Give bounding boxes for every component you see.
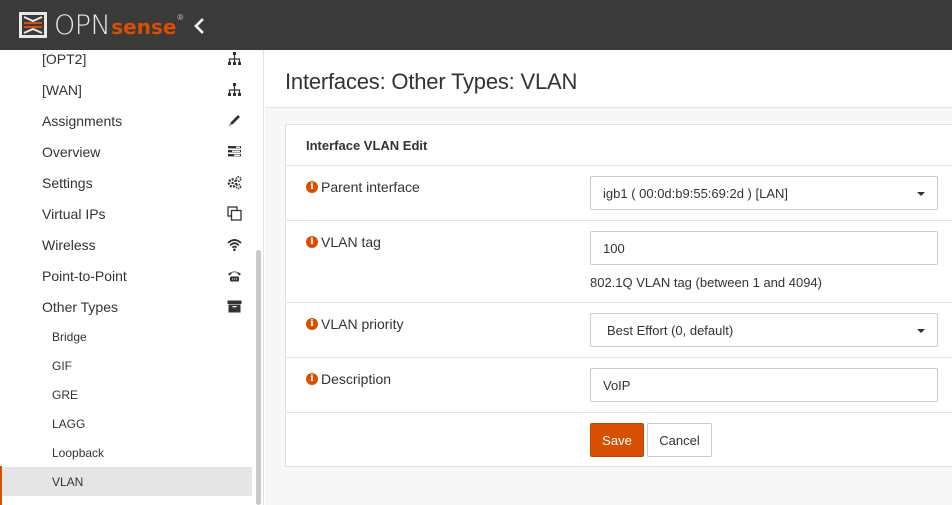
- description-label: i Description: [306, 371, 391, 387]
- cancel-button[interactable]: Cancel: [647, 423, 712, 457]
- sidebar-item-wan[interactable]: [WAN]: [0, 74, 252, 105]
- sidebar-subitem-label: LAGG: [52, 416, 86, 431]
- sidebar-item-virtual-ips[interactable]: Virtual IPs: [0, 198, 252, 229]
- info-icon[interactable]: i: [306, 318, 318, 330]
- sidebar-subitem-label: Loopback: [52, 445, 105, 460]
- sidebar-subitem-gif[interactable]: GIF: [0, 351, 252, 380]
- sitemap-icon: [228, 52, 241, 65]
- sitemap-icon: [228, 83, 241, 96]
- sidebar-subitem-vlan[interactable]: VLAN: [0, 467, 252, 496]
- sidebar-item-label: Settings: [42, 174, 93, 191]
- sidebar-item-label: Wireless: [42, 236, 96, 253]
- page-header: Interfaces: Other Types: VLAN: [265, 50, 952, 108]
- vlan-tag-label-text: VLAN tag: [321, 234, 381, 250]
- parent-interface-value: igb1 ( 00:0d:b9:55:69:2d ) [LAN]: [603, 185, 789, 201]
- logo-opn-text: OPN: [54, 9, 111, 41]
- top-bar: OPN sense ®: [0, 0, 952, 50]
- sidebar-item-settings[interactable]: Settings: [0, 167, 252, 198]
- vlan-priority-select[interactable]: Best Effort (0, default): [590, 313, 938, 347]
- sidebar-subitem-gre[interactable]: GRE: [0, 380, 252, 409]
- info-icon[interactable]: i: [306, 236, 318, 248]
- sidebar-subitem-lagg[interactable]: LAGG: [0, 409, 252, 438]
- vlan-tag-help: 802.1Q VLAN tag (between 1 and 4094): [590, 275, 822, 290]
- sidebar-item-label: [WAN]: [42, 81, 82, 98]
- vlan-tag-row: i VLAN tag 100 802.1Q VLAN tag (between …: [286, 221, 952, 303]
- logo-sense-text: sense: [111, 14, 177, 39]
- opnsense-logo-icon: [19, 12, 47, 38]
- sidebar-item-label: Virtual IPs: [42, 205, 106, 222]
- sidebar-subitem-bridge[interactable]: Bridge: [0, 322, 252, 351]
- form-actions-row: Save Cancel: [286, 413, 952, 467]
- description-label-text: Description: [321, 371, 392, 387]
- vlan-tag-input[interactable]: 100: [590, 231, 938, 265]
- sidebar-item-label: Point-to-Point: [42, 267, 127, 284]
- info-icon[interactable]: i: [306, 181, 318, 193]
- sidebar-subitem-label: GIF: [52, 358, 72, 373]
- sidebar-item-label: Overview: [42, 143, 101, 160]
- tasks-icon: [228, 146, 241, 157]
- sidebar-item-label: Assignments: [42, 112, 123, 129]
- main-content: Interfaces: Other Types: VLAN Interface …: [265, 50, 952, 505]
- sidebar-item-assignments[interactable]: Assignments: [0, 105, 252, 136]
- caret-down-icon: [917, 192, 925, 196]
- sidebar-subitem-label: VLAN: [52, 474, 84, 489]
- vlan-priority-label-text: VLAN priority: [321, 316, 404, 332]
- registered-mark: ®: [177, 12, 184, 22]
- sidebar-subitem-label: GRE: [52, 387, 79, 402]
- parent-interface-select[interactable]: igb1 ( 00:0d:b9:55:69:2d ) [LAN]: [590, 176, 938, 210]
- sidebar-item-other-types[interactable]: Other Types: [0, 291, 252, 322]
- vlan-priority-row: i VLAN priority Best Effort (0, default): [286, 303, 952, 358]
- vlan-priority-value: Best Effort (0, default): [607, 322, 734, 338]
- sidebar-item-wireless[interactable]: Wireless: [0, 229, 252, 260]
- page-title: Interfaces: Other Types: VLAN: [285, 69, 578, 94]
- sidebar-item-point-to-point[interactable]: Point-to-Point: [0, 260, 252, 291]
- sidebar-item-label: Other Types: [42, 298, 119, 315]
- parent-interface-label-text: Parent interface: [321, 179, 420, 195]
- clone-icon: [227, 206, 242, 221]
- vlan-tag-label: i VLAN tag: [306, 234, 381, 250]
- phone-icon: [228, 271, 241, 282]
- caret-down-icon: [917, 329, 925, 333]
- panel-heading: Interface VLAN Edit: [286, 125, 952, 166]
- sidebar-active-accent: [0, 466, 2, 505]
- parent-interface-row: i Parent interface igb1 ( 00:0d:b9:55:69…: [286, 166, 952, 221]
- vlan-priority-label: i VLAN priority: [306, 316, 403, 332]
- chevron-left-icon[interactable]: [188, 15, 210, 37]
- pencil-icon: [229, 115, 240, 126]
- description-input[interactable]: VoIP: [590, 368, 938, 402]
- archive-icon: [227, 300, 242, 313]
- opnsense-logo[interactable]: OPN sense ®: [18, 9, 183, 41]
- sidebar: [OPT2] [WAN] Assignments Overview Settin…: [0, 50, 264, 505]
- logo-wordmark: OPN sense ®: [54, 10, 183, 41]
- vlan-edit-panel: Interface VLAN Edit i Parent interface i…: [285, 124, 952, 467]
- sidebar-item-label: [OPT2]: [42, 50, 87, 67]
- sidebar-subitem-label: Bridge: [52, 329, 87, 344]
- cogs-icon: [227, 175, 242, 190]
- sidebar-item-overview[interactable]: Overview: [0, 136, 252, 167]
- info-icon[interactable]: i: [306, 373, 318, 385]
- description-value: VoIP: [603, 377, 631, 393]
- sidebar-scrollbar[interactable]: [256, 250, 261, 505]
- parent-interface-label: i Parent interface: [306, 179, 420, 195]
- save-button[interactable]: Save: [590, 423, 644, 457]
- description-row: i Description VoIP: [286, 358, 952, 413]
- wifi-icon: [227, 239, 242, 252]
- vlan-tag-value: 100: [603, 240, 625, 256]
- sidebar-subitem-loopback[interactable]: Loopback: [0, 438, 252, 467]
- sidebar-item-opt2[interactable]: [OPT2]: [0, 50, 252, 74]
